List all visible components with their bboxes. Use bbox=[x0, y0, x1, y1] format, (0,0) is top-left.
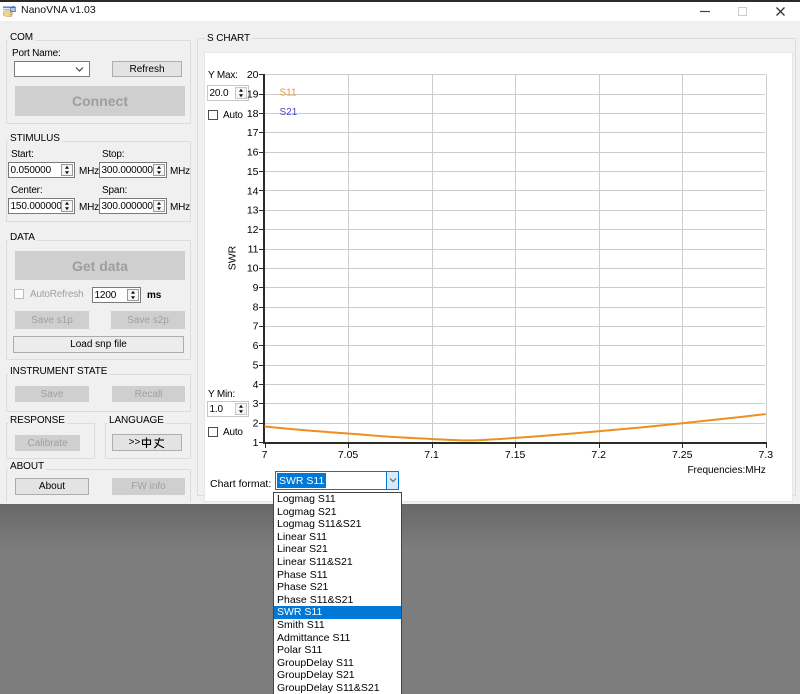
svg-text:11: 11 bbox=[248, 243, 259, 255]
svg-text:13: 13 bbox=[247, 205, 259, 217]
svg-text:1: 1 bbox=[253, 437, 259, 449]
svg-text:Frequencies:MHz: Frequencies:MHz bbox=[687, 465, 765, 476]
svg-text:7: 7 bbox=[262, 449, 268, 461]
svg-text:8: 8 bbox=[253, 301, 259, 313]
svg-text:4: 4 bbox=[253, 379, 259, 391]
svg-text:6: 6 bbox=[253, 340, 259, 352]
svg-text:12: 12 bbox=[247, 224, 259, 236]
svg-text:7: 7 bbox=[253, 321, 259, 333]
svg-text:S21: S21 bbox=[280, 107, 298, 118]
svg-text:S11: S11 bbox=[280, 88, 297, 99]
svg-text:19: 19 bbox=[247, 89, 259, 101]
svg-text:7.1: 7.1 bbox=[424, 449, 439, 461]
svg-text:14: 14 bbox=[247, 185, 259, 197]
svg-text:SWR: SWR bbox=[227, 245, 239, 270]
svg-text:18: 18 bbox=[247, 108, 259, 120]
svg-text:3: 3 bbox=[253, 398, 259, 410]
svg-text:9: 9 bbox=[253, 282, 259, 294]
svg-text:7.2: 7.2 bbox=[591, 449, 606, 461]
svg-text:20: 20 bbox=[247, 69, 259, 81]
svg-text:17: 17 bbox=[247, 127, 259, 139]
svg-text:2: 2 bbox=[253, 417, 259, 429]
svg-text:7.15: 7.15 bbox=[505, 449, 526, 461]
svg-text:5: 5 bbox=[253, 359, 259, 371]
svg-text:7.25: 7.25 bbox=[672, 449, 693, 461]
svg-text:7.3: 7.3 bbox=[758, 449, 773, 461]
svg-text:16: 16 bbox=[247, 147, 259, 159]
svg-text:7.05: 7.05 bbox=[338, 449, 359, 461]
svg-text:15: 15 bbox=[247, 166, 259, 178]
svg-text:10: 10 bbox=[247, 263, 259, 275]
